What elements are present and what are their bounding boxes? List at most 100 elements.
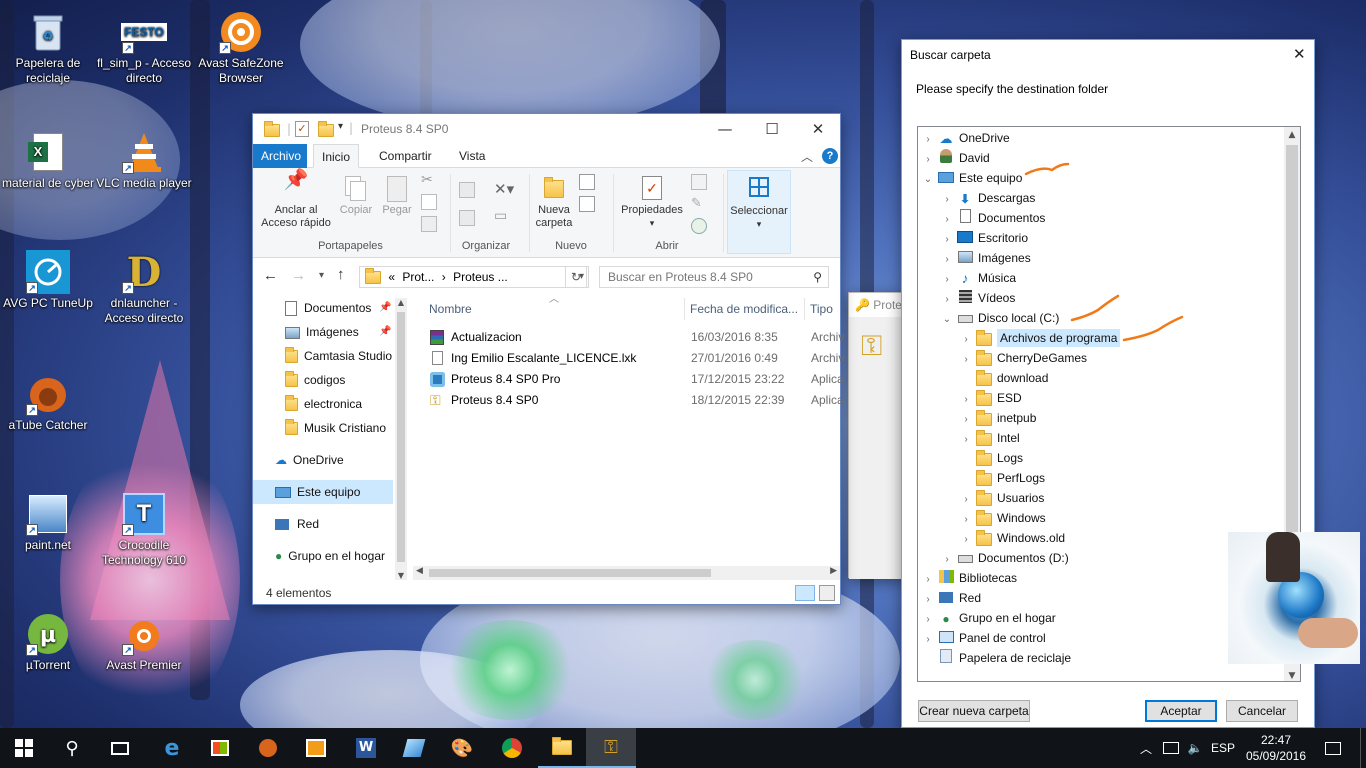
select-button[interactable]: Seleccionar ▾	[727, 170, 791, 254]
forward-arrow-icon[interactable]: →	[291, 267, 306, 284]
taskbar-store[interactable]	[196, 728, 244, 768]
properties-check-icon[interactable]: ✓	[295, 121, 309, 137]
tree-item[interactable]: ⌄ Este equipo	[922, 168, 1023, 190]
scroll-down-icon[interactable]: ▼	[395, 571, 407, 580]
chevron-down-icon[interactable]: ⌄	[922, 170, 934, 190]
large-icons-view-icon[interactable]	[819, 585, 835, 601]
tree-item[interactable]: › ⬇ Descargas	[941, 188, 1035, 208]
help-icon[interactable]: ?	[822, 148, 838, 164]
desktop-icon-utorrent[interactable]: µ ↗ µTorrent	[0, 612, 96, 673]
desktop-icon-avast-premier[interactable]: ↗ Avast Premier	[96, 612, 192, 673]
browse-folder-dialog[interactable]: Buscar carpeta ✕ Please specify the dest…	[901, 39, 1360, 728]
tree-item[interactable]: › Panel de control	[922, 628, 1046, 648]
chevron-right-icon[interactable]: ›	[941, 230, 953, 250]
dialog-close-icon[interactable]: ✕	[1293, 45, 1306, 63]
show-hidden-icons[interactable]: ︿	[1138, 728, 1154, 768]
tree-item[interactable]: › ☁ OneDrive	[922, 128, 1009, 150]
cut-icon[interactable]: ✂	[421, 172, 437, 188]
chevron-right-icon[interactable]: ›	[960, 510, 972, 530]
chevron-right-icon[interactable]: ›	[941, 290, 953, 310]
tree-item[interactable]: › ESD	[960, 388, 1022, 408]
history-icon[interactable]	[691, 218, 707, 234]
new-item-icon[interactable]	[579, 174, 595, 190]
chevron-right-icon[interactable]: ›	[922, 130, 934, 150]
scroll-left-icon[interactable]: ◀	[416, 566, 423, 576]
search-box[interactable]: Buscar en Proteus 8.4 SP0 ⚲	[599, 266, 829, 288]
delete-icon[interactable]: ✕▾	[494, 180, 514, 198]
close-button[interactable]: ✕	[795, 114, 841, 144]
start-button[interactable]	[0, 728, 48, 768]
pin-quick-access-button[interactable]: 📌 Anclar al Acceso rápido	[257, 170, 335, 230]
network-tray[interactable]	[1160, 728, 1182, 768]
address-bar[interactable]: « Prot... › Proteus ... ▾	[359, 266, 589, 288]
file-list[interactable]: ︿ Nombre Fecha de modifica... Tipo Actua…	[253, 294, 844, 568]
rename-icon[interactable]: ▭	[494, 208, 510, 224]
chevron-right-icon[interactable]: ›	[960, 350, 972, 370]
explorer-window[interactable]: | ✓ ▾ | Proteus 8.4 SP0 — ☐ ✕ Archivo In…	[252, 113, 844, 605]
tree-item[interactable]: › David	[922, 148, 990, 168]
chevron-right-icon[interactable]: ›	[922, 630, 934, 650]
breadcrumb-separator[interactable]: ›	[442, 270, 446, 284]
tab-compartir[interactable]: Compartir	[371, 144, 440, 168]
move-to-icon[interactable]	[459, 182, 475, 198]
taskbar-media[interactable]	[292, 728, 340, 768]
recent-dropdown-icon[interactable]: ▾	[319, 270, 324, 281]
breadcrumb-part[interactable]: Prot...	[402, 270, 434, 284]
new-folder-qat-icon[interactable]	[318, 121, 334, 137]
chevron-right-icon[interactable]: ›	[941, 250, 953, 270]
maximize-button[interactable]: ☐	[749, 114, 795, 144]
desktop-icon-atube-catcher[interactable]: ↗ aTube Catcher	[0, 372, 96, 433]
minimize-button[interactable]: —	[702, 114, 748, 144]
taskbar-app[interactable]	[390, 728, 438, 768]
chevron-right-icon[interactable]: ›	[941, 190, 953, 210]
new-folder-button[interactable]: Crear nueva carpeta	[918, 700, 1030, 722]
volume-tray[interactable]: 🔈	[1184, 728, 1206, 768]
tree-item[interactable]: › inetpub	[960, 408, 1036, 428]
taskbar-paintnet[interactable]: 🎨	[438, 728, 486, 768]
horizontal-scrollbar[interactable]: ◀ ▶	[413, 566, 840, 580]
taskbar-explorer[interactable]	[538, 728, 586, 768]
tree-item[interactable]: › Intel	[960, 428, 1020, 448]
ribbon-collapse-icon[interactable]: ︿	[801, 148, 813, 165]
desktop-icon-paintnet[interactable]: ↗ paint.net	[0, 492, 96, 553]
table-row[interactable]: Ing Emilio Escalante_LICENCE.lxk 27/01/2…	[423, 348, 844, 369]
column-header-date[interactable]: Fecha de modifica...	[690, 302, 798, 316]
paste-shortcut-icon[interactable]	[421, 216, 437, 232]
up-arrow-icon[interactable]: ↑	[337, 266, 345, 283]
search-button[interactable]: ⚲	[48, 728, 96, 768]
tree-item[interactable]: › Bibliotecas	[922, 568, 1017, 588]
qat-dropdown-icon[interactable]: ▾	[338, 121, 343, 132]
tree-item[interactable]: › Red	[922, 588, 981, 608]
tree-item[interactable]: download	[960, 368, 1048, 388]
copy-to-icon[interactable]	[459, 210, 475, 226]
table-row[interactable]: Proteus 8.4 SP0 Pro 17/12/2015 23:22 Apl…	[423, 369, 844, 390]
language-indicator[interactable]: ESP	[1208, 728, 1238, 768]
tree-item[interactable]: › Escritorio	[941, 228, 1028, 248]
tab-inicio[interactable]: Inicio	[313, 144, 360, 168]
chevron-right-icon[interactable]: ›	[941, 210, 953, 230]
desktop-icon-avg-tuneup[interactable]: ↗ AVG PC TuneUp	[0, 250, 96, 311]
chevron-right-icon[interactable]: ›	[960, 530, 972, 550]
scroll-down-icon[interactable]: ▼	[1284, 671, 1300, 681]
details-view-icon[interactable]	[795, 585, 815, 601]
tree-item[interactable]: › Windows.old	[960, 528, 1065, 548]
tree-item[interactable]: › Imágenes	[941, 248, 1031, 268]
tree-item[interactable]: › ● Grupo en el hogar	[922, 608, 1055, 630]
desktop-icon-crocodile[interactable]: T ↗ Crocodile Technology 610	[96, 492, 192, 568]
tab-vista[interactable]: Vista	[451, 144, 493, 168]
desktop-icon-avast-safezone[interactable]: ↗ Avast SafeZone Browser	[193, 10, 289, 86]
chevron-right-icon[interactable]: ›	[960, 430, 972, 450]
task-view-button[interactable]	[96, 728, 144, 768]
tree-item[interactable]: › Windows	[960, 508, 1046, 528]
open-icon[interactable]	[691, 174, 707, 190]
taskbar-atube[interactable]	[244, 728, 292, 768]
chevron-right-icon[interactable]: ›	[922, 610, 934, 630]
tree-item-selected[interactable]: › Archivos de programa	[960, 328, 1121, 348]
background-window[interactable]: 🔑 Prote ⚿	[848, 292, 908, 579]
column-header-type[interactable]: Tipo	[810, 302, 833, 316]
tree-item[interactable]: Papelera de reciclaje	[922, 648, 1071, 668]
new-folder-button[interactable]: Nueva carpeta	[533, 174, 575, 230]
back-arrow-icon[interactable]: ←	[263, 267, 278, 284]
chevron-right-icon[interactable]: ›	[922, 590, 934, 610]
chevron-right-icon[interactable]: ›	[941, 550, 953, 570]
